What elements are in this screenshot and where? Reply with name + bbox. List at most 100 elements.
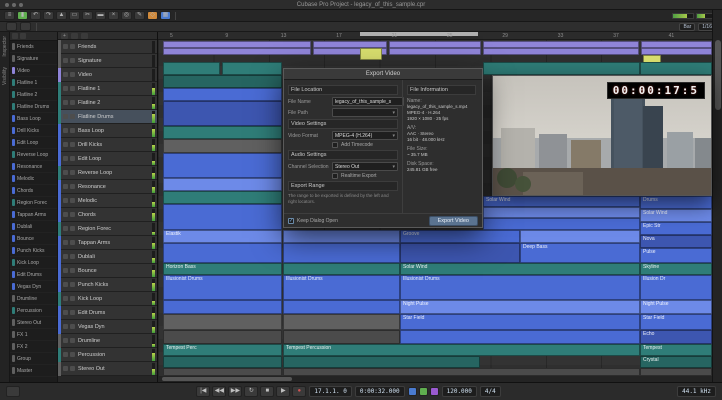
transport-button[interactable]: ◀◀ (212, 386, 227, 397)
clip-region[interactable]: Groove (400, 230, 520, 243)
solo-button[interactable] (70, 184, 75, 189)
list-item[interactable]: Chords (10, 185, 57, 197)
toolbar-icon[interactable]: ≡ (4, 11, 15, 20)
list-item[interactable]: Dublali (10, 221, 57, 233)
solo-button[interactable] (70, 268, 75, 273)
mute-button[interactable] (63, 184, 68, 189)
track-row[interactable]: Edit Loop (58, 151, 157, 166)
clip-region[interactable]: Nova (640, 235, 712, 248)
track-row[interactable]: Flatline 2 (58, 95, 157, 110)
video-format-select[interactable]: MPEG-4 (H.264) ▾ (332, 131, 398, 140)
mute-button[interactable] (63, 128, 68, 133)
track-row[interactable]: Chords (58, 207, 157, 222)
clip-region[interactable]: Deep Bass (520, 243, 640, 263)
track-row[interactable]: Friends (58, 39, 157, 54)
clip-region[interactable]: Skyline (640, 263, 712, 275)
mute-button[interactable] (63, 58, 68, 63)
mute-button[interactable] (63, 366, 68, 371)
list-item[interactable]: Bounce (10, 233, 57, 245)
list-item[interactable]: FX 2 (10, 341, 57, 353)
mute-button[interactable] (63, 198, 68, 203)
toolbar-icon[interactable]: ◇ (147, 11, 158, 20)
list-item[interactable]: Vegas Dyn (10, 281, 57, 293)
clip-region[interactable] (283, 330, 400, 344)
solo-button[interactable] (70, 86, 75, 91)
track-row[interactable]: Video (58, 67, 157, 82)
list-item[interactable]: Signature (10, 53, 57, 65)
transport-button[interactable]: ↻ (244, 386, 259, 397)
clip-region[interactable] (483, 48, 639, 55)
solo-button[interactable] (70, 156, 75, 161)
clip-region[interactable] (163, 314, 282, 330)
time-signature-display[interactable]: 4/4 (479, 386, 501, 397)
time-display[interactable]: 0:00:32.000 (354, 386, 405, 397)
clip-region[interactable]: Solar Wind (640, 209, 712, 222)
solo-button[interactable] (70, 226, 75, 231)
list-item[interactable]: Region Forec (10, 197, 57, 209)
mute-button[interactable] (63, 114, 68, 119)
track-row[interactable]: Vegas Dyn (58, 319, 157, 334)
clip-region[interactable]: Pulse (640, 248, 712, 263)
solo-button[interactable] (70, 114, 75, 119)
clip-region[interactable]: Star Field (400, 314, 640, 330)
mute-button[interactable] (63, 44, 68, 49)
clip-region[interactable] (389, 48, 481, 55)
keep-dialog-open-checkbox[interactable]: ✓ (288, 217, 294, 224)
transport-button[interactable]: ▶▶ (228, 386, 243, 397)
track-row[interactable]: Region Forec (58, 221, 157, 236)
vertical-scrollbar[interactable] (712, 10, 722, 382)
list-item[interactable]: Melodic (10, 173, 57, 185)
clip-region[interactable] (283, 300, 400, 314)
transport-toggle[interactable] (429, 387, 439, 396)
solo-button[interactable] (70, 352, 75, 357)
list-item[interactable]: Flatline 1 (10, 77, 57, 89)
toolbar-icon[interactable]: × (108, 11, 119, 20)
clip-region[interactable] (400, 330, 640, 344)
clip-region[interactable]: Night Pulse (400, 300, 640, 314)
clip-region[interactable]: Illusion Dr (640, 275, 712, 300)
toolbar-icon[interactable]: ↷ (43, 11, 54, 20)
clip-region[interactable] (283, 356, 480, 368)
clip-region[interactable] (641, 41, 712, 48)
transport-button[interactable]: ▶ (276, 386, 291, 397)
clip-region[interactable]: Tempest (640, 344, 712, 356)
clip-region[interactable]: Epic Str (640, 222, 712, 235)
solo-button[interactable] (70, 338, 75, 343)
toolbar-icon[interactable]: ▬ (95, 11, 106, 20)
list-item[interactable]: Reverse Loop (10, 149, 57, 161)
clip-region[interactable] (400, 243, 520, 263)
clip-region[interactable] (283, 263, 400, 275)
add-timecode-checkbox[interactable] (332, 142, 338, 148)
mute-button[interactable] (63, 142, 68, 147)
track-row[interactable]: Reverse Loop (58, 165, 157, 180)
mute-button[interactable] (63, 86, 68, 91)
list-item[interactable]: Edit Drums (10, 269, 57, 281)
list-item[interactable]: Punch Kicks (10, 245, 57, 257)
clip-region[interactable] (283, 368, 640, 376)
track-row[interactable]: Signature (58, 53, 157, 68)
track-row[interactable]: Flatline 1 (58, 81, 157, 96)
list-item[interactable]: Friends (10, 41, 57, 53)
track-row[interactable]: Melodic (58, 193, 157, 208)
solo-button[interactable] (70, 198, 75, 203)
track-row[interactable]: Percussion (58, 347, 157, 362)
solo-button[interactable] (70, 72, 75, 77)
toolbar-icon[interactable]: ✂ (82, 11, 93, 20)
track-row[interactable]: Resonance (58, 179, 157, 194)
mute-button[interactable] (63, 352, 68, 357)
clip-region[interactable] (163, 356, 282, 368)
mute-button[interactable] (63, 156, 68, 161)
clip-region[interactable] (163, 139, 282, 153)
file-name-input[interactable] (332, 97, 404, 106)
mute-button[interactable] (63, 170, 68, 175)
toolbar-icon[interactable]: ↶ (30, 11, 41, 20)
solo-button[interactable] (70, 324, 75, 329)
solo-button[interactable] (70, 44, 75, 49)
solo-button[interactable] (70, 282, 75, 287)
clip-region[interactable] (163, 191, 282, 204)
clip-region[interactable] (163, 101, 282, 126)
clip-region[interactable] (163, 243, 282, 263)
track-row[interactable]: Edit Drums (58, 305, 157, 320)
clip-region[interactable] (163, 62, 220, 75)
keyboard-icon[interactable] (6, 386, 20, 397)
